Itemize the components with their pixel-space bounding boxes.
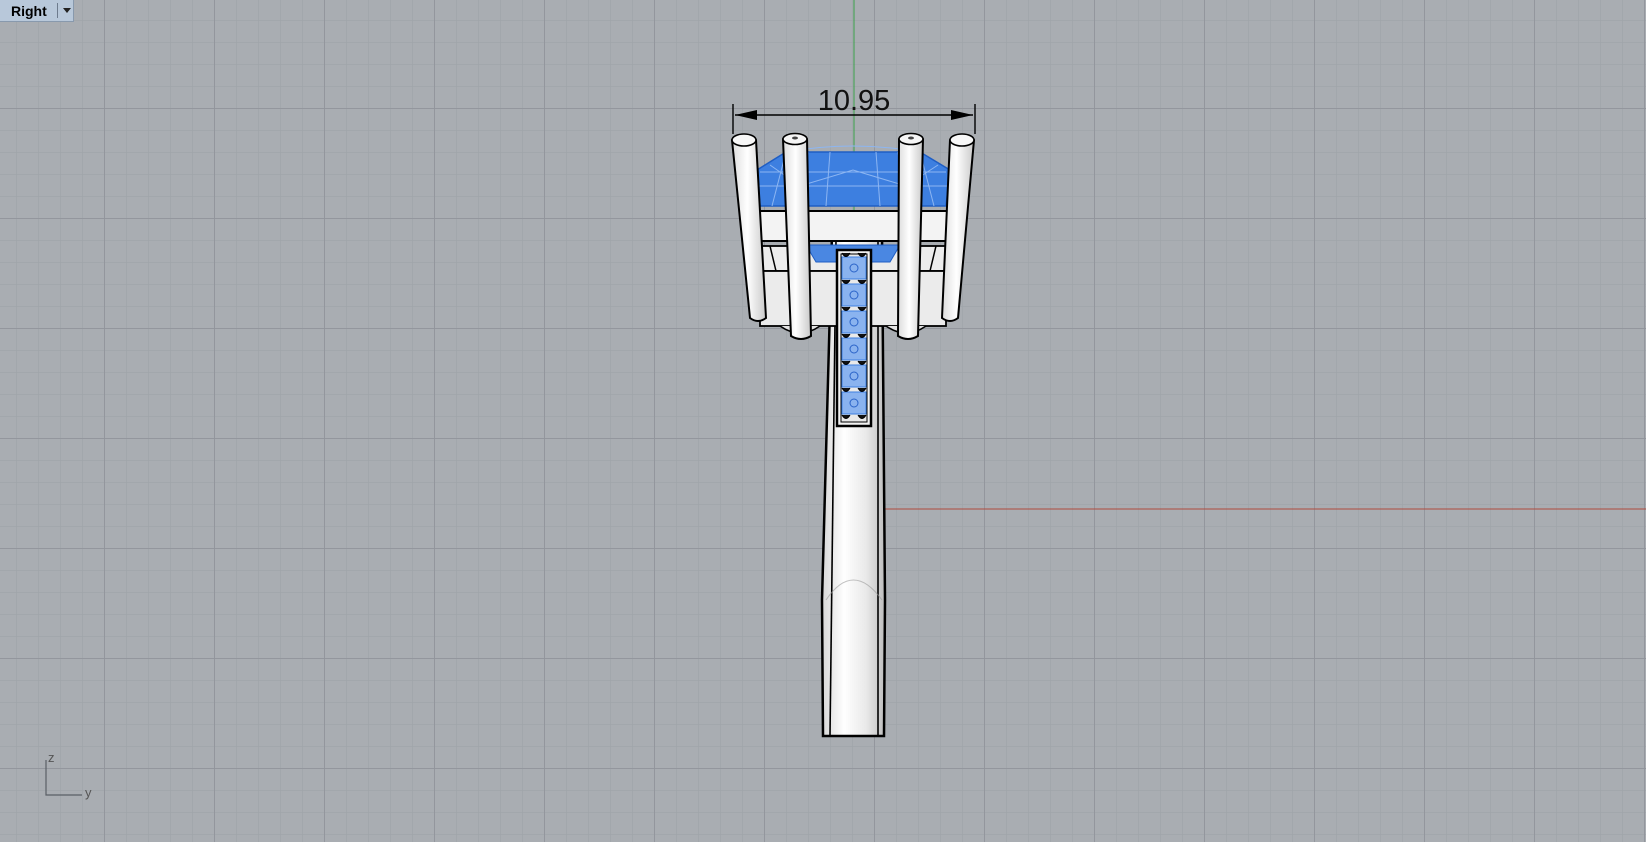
accent-stone[interactable] bbox=[841, 337, 867, 361]
prong-inner-right[interactable] bbox=[896, 132, 925, 340]
dimension-value: 10.95 bbox=[818, 85, 891, 117]
accent-stone[interactable] bbox=[841, 310, 867, 334]
accent-stone[interactable] bbox=[841, 256, 867, 280]
accent-stone[interactable] bbox=[841, 391, 867, 415]
dimension-arrow-left bbox=[735, 110, 757, 120]
model-scene[interactable]: 10.95 z y bbox=[0, 0, 1646, 842]
accent-stone[interactable] bbox=[841, 283, 867, 307]
accent-stone[interactable] bbox=[841, 364, 867, 388]
prong-outer-right[interactable] bbox=[940, 133, 976, 322]
dimension-arrow-right bbox=[951, 110, 973, 120]
axis-gizmo-z-label: z bbox=[48, 750, 55, 765]
prong-outer-left[interactable] bbox=[730, 133, 768, 322]
axis-gizmo-y-label: y bbox=[85, 785, 92, 800]
axis-gizmo: z y bbox=[45, 750, 92, 800]
